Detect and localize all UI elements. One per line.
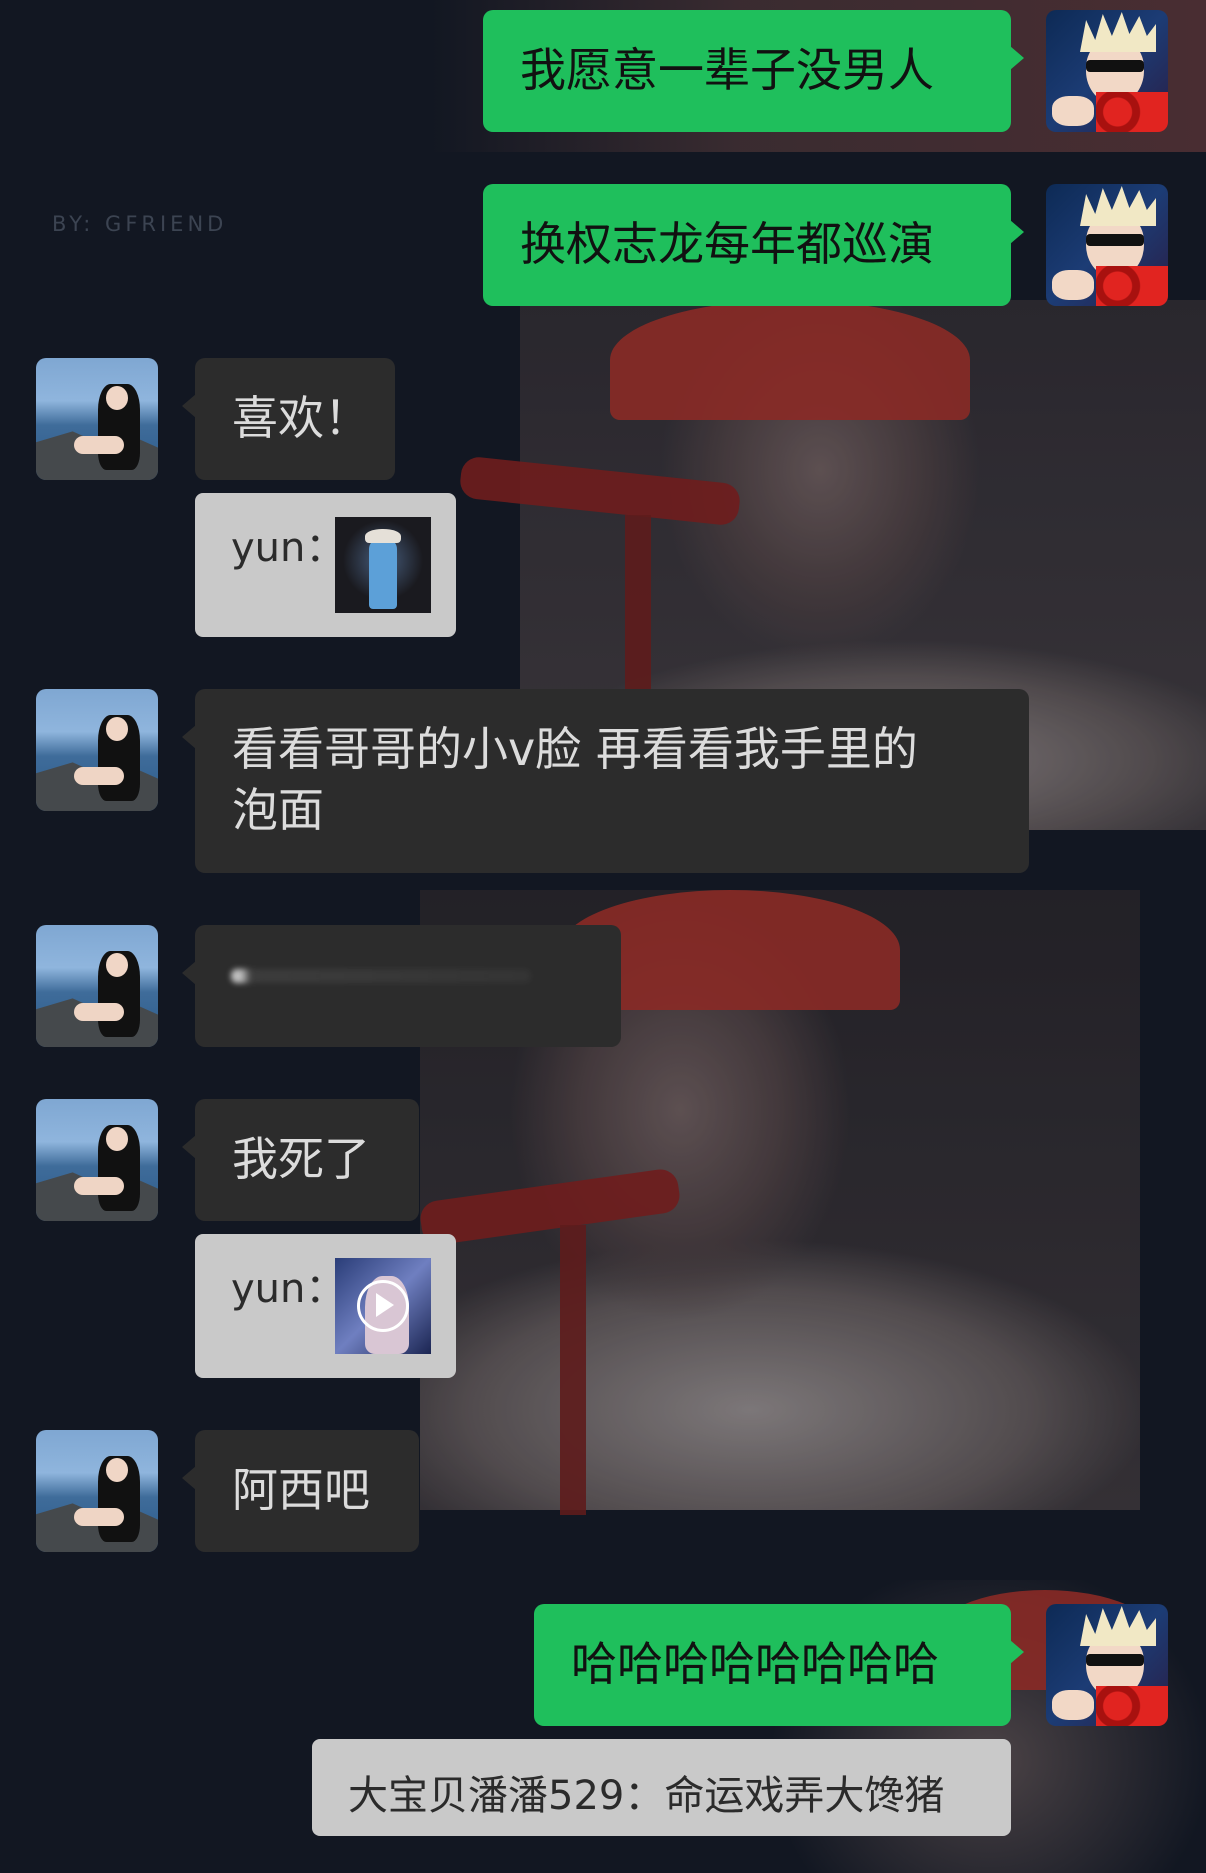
- quoted-text-message[interactable]: 大宝贝潘潘529：命运戏弄大馋猪: [312, 1739, 1011, 1836]
- message-text: 哈哈哈哈哈哈哈哈: [571, 1637, 939, 1691]
- message-text: 我愿意一辈子没男人: [520, 43, 934, 97]
- message-text: 我死了: [232, 1132, 370, 1186]
- quoted-image-message[interactable]: yun：: [195, 493, 456, 637]
- contact-avatar[interactable]: [36, 358, 158, 480]
- message-bubble-other[interactable]: 喜欢！: [182, 358, 395, 480]
- play-circle-icon[interactable]: [357, 1280, 409, 1332]
- self-avatar[interactable]: [1046, 1604, 1168, 1726]
- quoted-video-message[interactable]: yun：: [195, 1234, 456, 1378]
- wallpaper-watermark: BY: GFRIEND: [52, 212, 228, 236]
- contact-avatar[interactable]: [36, 1430, 158, 1552]
- message-bubble-self[interactable]: 我愿意一辈子没男人: [483, 10, 1024, 132]
- contact-avatar[interactable]: [36, 925, 158, 1047]
- message-bubble-self[interactable]: 哈哈哈哈哈哈哈哈: [534, 1604, 1024, 1726]
- message-bubble-self[interactable]: 换权志龙每年都巡演: [483, 184, 1024, 306]
- message-text-line: 看看哥哥的小v脸 再看看我手里的: [232, 722, 918, 776]
- message-text: 阿西吧: [232, 1463, 370, 1517]
- quoted-video-thumbnail[interactable]: [335, 1258, 431, 1354]
- quote-text: 大宝贝潘潘529：命运戏弄大馋猪: [348, 1773, 945, 1819]
- blurred-text: [231, 969, 531, 983]
- message-text: 换权志龙每年都巡演: [520, 217, 934, 271]
- message-bubble-blurred[interactable]: [182, 925, 621, 1047]
- contact-avatar[interactable]: [36, 1099, 158, 1221]
- quote-sender-label: yun：: [231, 1266, 346, 1312]
- self-avatar[interactable]: [1046, 184, 1168, 306]
- self-avatar[interactable]: [1046, 10, 1168, 132]
- message-text: 喜欢！: [232, 391, 370, 445]
- message-bubble-other[interactable]: 看看哥哥的小v脸 再看看我手里的 泡面: [182, 689, 1029, 873]
- contact-avatar[interactable]: [36, 689, 158, 811]
- message-bubble-other[interactable]: 我死了: [182, 1099, 419, 1221]
- quoted-image-thumbnail[interactable]: [335, 517, 431, 613]
- quote-sender-label: yun：: [231, 525, 346, 571]
- message-bubble-other[interactable]: 阿西吧: [182, 1430, 419, 1552]
- message-text-line: 泡面: [232, 783, 324, 837]
